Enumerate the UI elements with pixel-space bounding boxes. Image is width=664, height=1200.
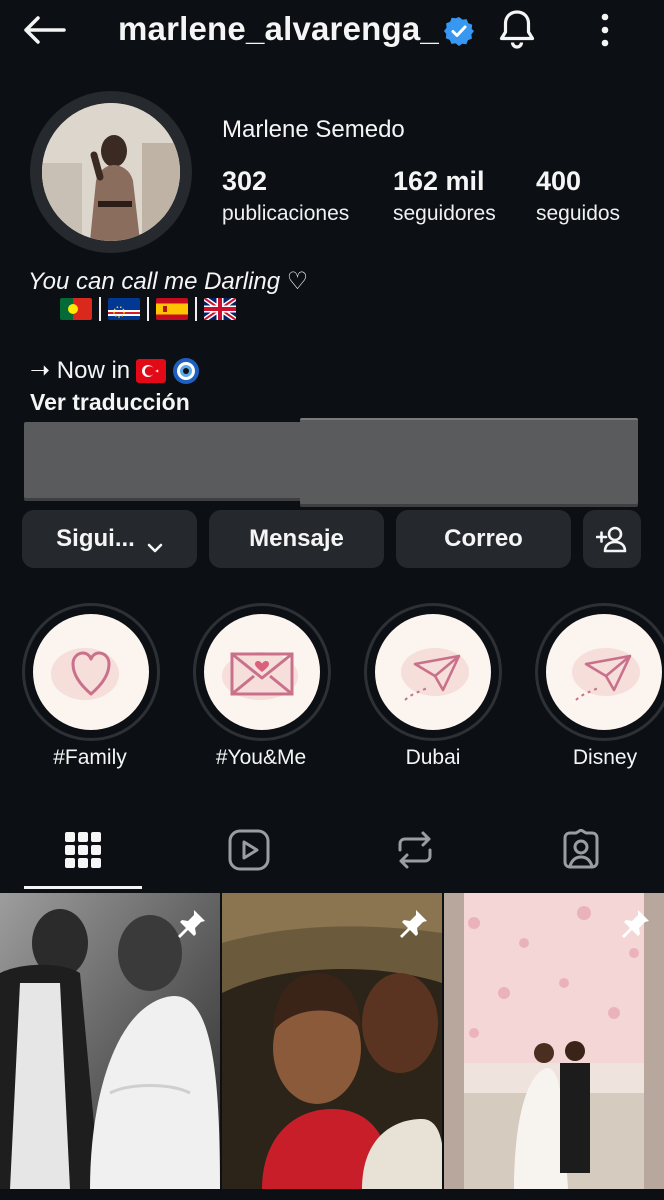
more-vertical-icon[interactable]: [590, 8, 620, 52]
grid-icon: [65, 832, 101, 868]
tab-reposts[interactable]: [356, 818, 474, 882]
see-translation-link[interactable]: Ver traducción: [30, 389, 190, 416]
profile-full-name: Marlene Semedo: [222, 116, 405, 143]
love-letter-icon: [204, 614, 320, 730]
separator: [195, 297, 197, 321]
bell-icon[interactable]: [494, 6, 540, 52]
message-button[interactable]: Mensaje: [209, 510, 384, 568]
tagged-icon: [560, 828, 602, 871]
pinned-icon: [174, 907, 208, 941]
chevron-down-icon: [147, 533, 163, 553]
bio-line-2-text: ➝ Now in: [30, 357, 131, 384]
highlight-disney[interactable]: [535, 603, 664, 741]
bio-line-1: You can call me Darling ♡: [28, 268, 309, 295]
grid-post-2[interactable]: [222, 893, 442, 1189]
email-button[interactable]: Correo: [396, 510, 571, 568]
pinned-icon: [618, 907, 652, 941]
grid-post-1[interactable]: [0, 893, 220, 1189]
separator: [99, 297, 101, 321]
highlight-label[interactable]: Disney: [520, 746, 664, 770]
followers-count[interactable]: 162 mil: [393, 166, 485, 197]
highlight-label[interactable]: Dubai: [348, 746, 518, 770]
profile-username: marlene_alvarenga_: [118, 10, 439, 47]
heart-icon: [33, 614, 149, 730]
tab-tagged[interactable]: [522, 818, 640, 882]
redacted-block: [24, 422, 316, 498]
posts-count: 302: [222, 166, 268, 196]
verified-badge-icon: [444, 16, 474, 46]
add-person-icon: [595, 524, 628, 554]
spain-flag-icon: [156, 298, 188, 320]
top-bar: marlene_alvarenga_: [0, 0, 664, 60]
separator: [147, 297, 149, 321]
cape-verde-flag-icon: [108, 298, 140, 320]
pinned-icon: [396, 907, 430, 941]
following-count[interactable]: 400: [536, 166, 581, 197]
highlight-label[interactable]: #Family: [5, 746, 175, 770]
reposts-icon: [396, 830, 434, 870]
followers-label[interactable]: seguidores: [393, 202, 496, 226]
add-person-button[interactable]: [583, 510, 641, 568]
reels-icon: [228, 829, 270, 871]
redacted-block: [300, 418, 638, 504]
following-button-label: Sigui...: [56, 525, 135, 552]
posts-label: publicaciones: [222, 202, 350, 225]
highlight-dubai[interactable]: [364, 603, 502, 741]
paper-plane-icon: [546, 614, 662, 730]
turkey-flag-icon: [136, 358, 167, 383]
avatar[interactable]: [42, 103, 180, 241]
active-tab-indicator: [24, 886, 142, 889]
nazar-amulet-icon: [172, 357, 200, 385]
tab-reels[interactable]: [190, 818, 308, 882]
highlight-label[interactable]: #You&Me: [176, 746, 346, 770]
back-arrow-icon[interactable]: [18, 8, 70, 52]
portugal-flag-icon: [60, 298, 92, 320]
following-dropdown-button[interactable]: Sigui...: [22, 510, 197, 568]
bio-flags: [60, 297, 236, 321]
following-label[interactable]: seguidos: [536, 202, 620, 226]
tab-posts-grid[interactable]: [24, 818, 142, 882]
grid-post-3[interactable]: [444, 893, 664, 1189]
highlight-you-and-me[interactable]: [193, 603, 331, 741]
bio-line-2: ➝ Now in: [30, 356, 200, 385]
paper-plane-icon: [375, 614, 491, 730]
uk-flag-icon: [204, 298, 236, 320]
highlight-family[interactable]: [22, 603, 160, 741]
